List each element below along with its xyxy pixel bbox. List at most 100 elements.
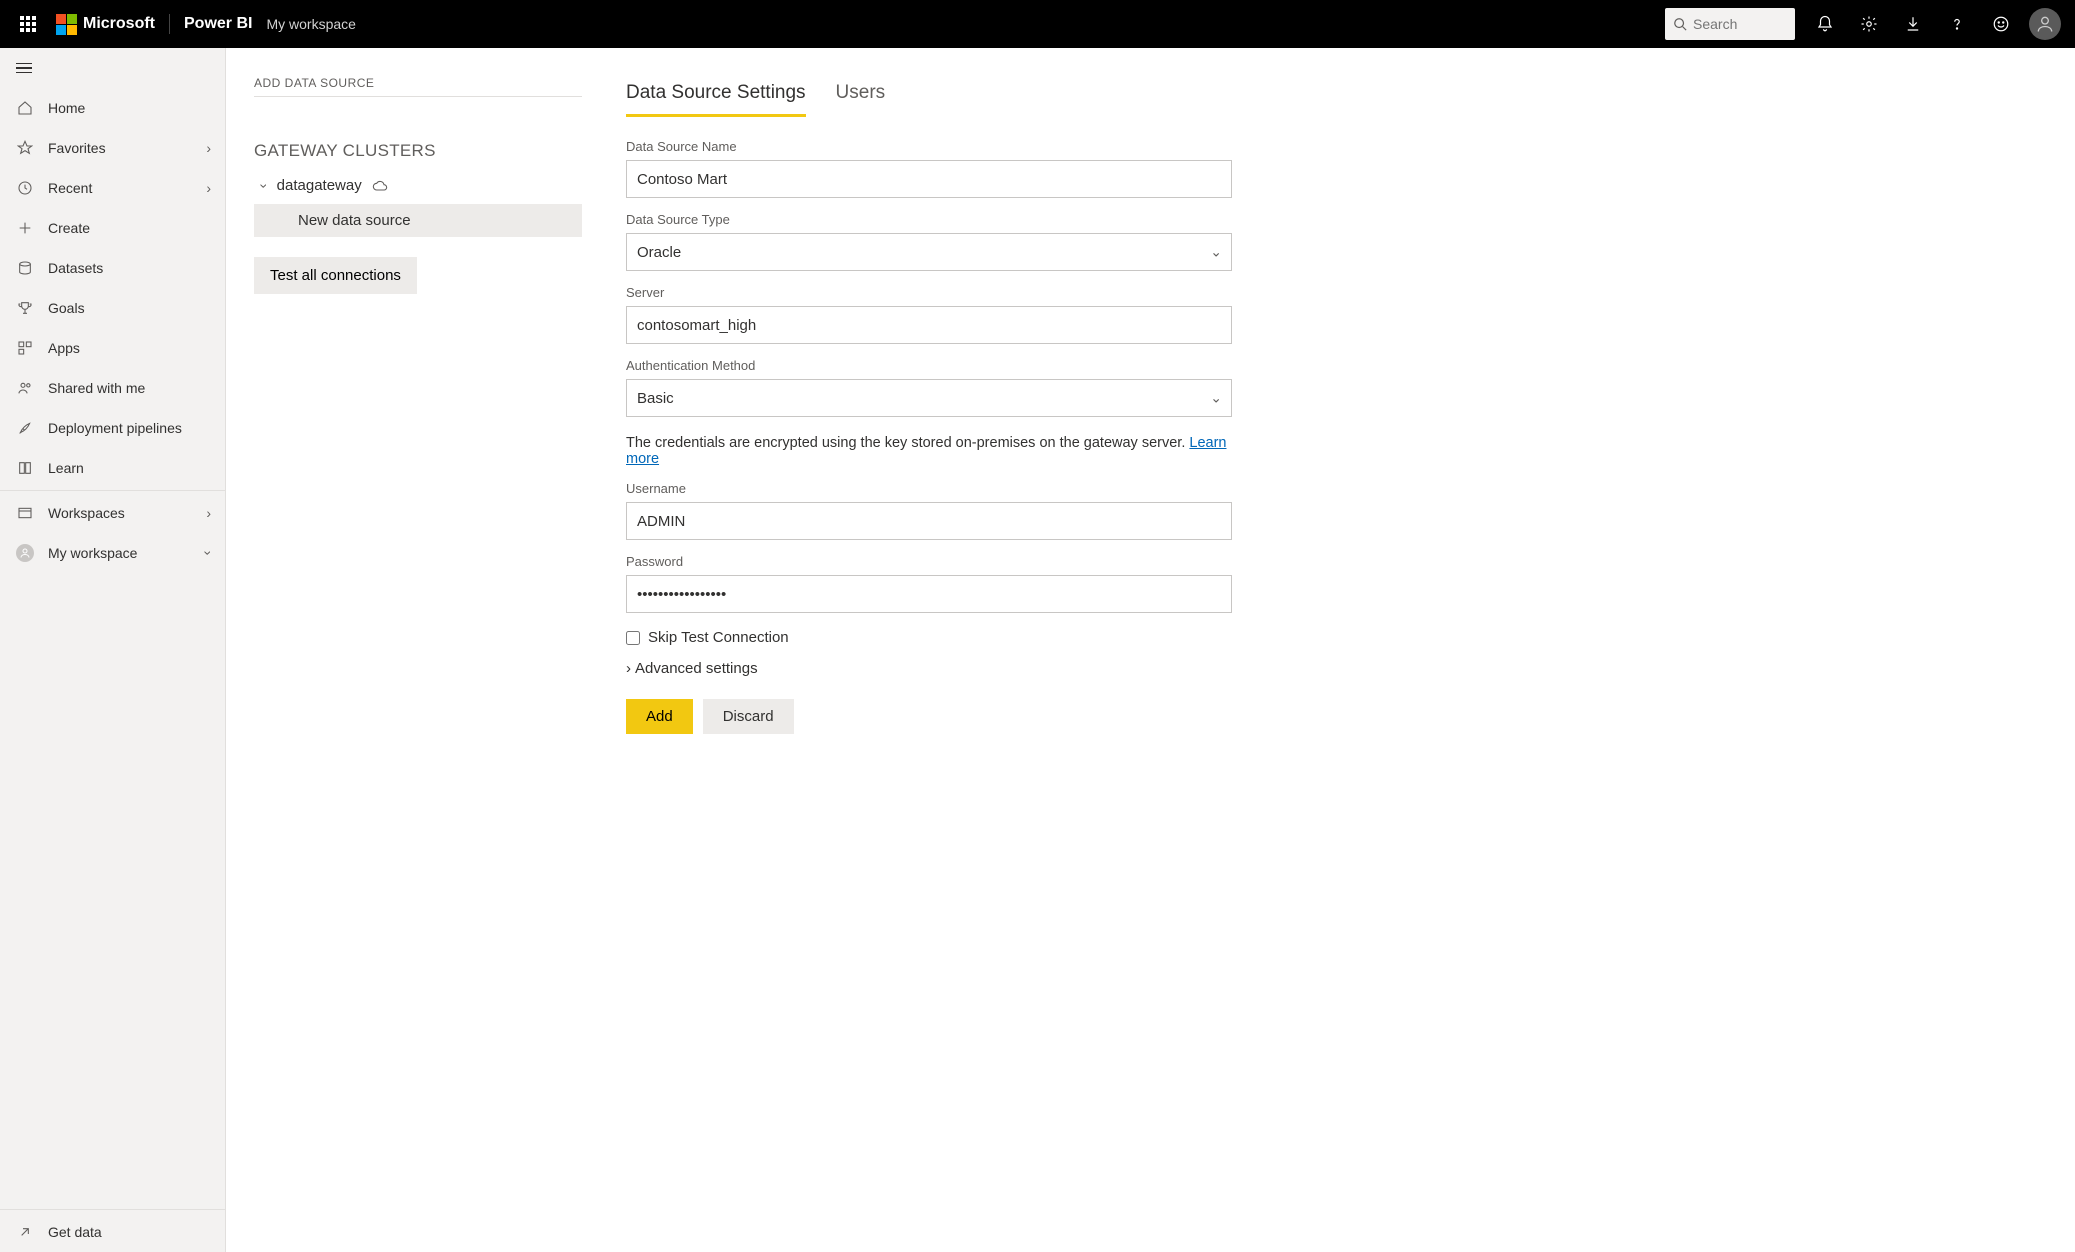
nav-learn[interactable]: Learn: [0, 448, 225, 488]
home-icon: [16, 100, 34, 116]
nav-label: Favorites: [48, 140, 106, 156]
workspaces-icon: [16, 505, 34, 521]
discard-button[interactable]: Discard: [703, 699, 794, 734]
notifications-button[interactable]: [1803, 0, 1847, 48]
nav-separator: [0, 1209, 225, 1210]
add-button[interactable]: Add: [626, 699, 693, 734]
cloud-sync-icon: [372, 178, 388, 194]
nav-recent[interactable]: Recent ›: [0, 168, 225, 208]
hamburger-icon: [16, 63, 32, 74]
chevron-down-icon: ›: [201, 551, 217, 556]
new-data-source-item[interactable]: New data source: [254, 204, 582, 237]
nav-label: Learn: [48, 460, 84, 476]
divider: [169, 14, 170, 34]
product-brand: Power BI: [184, 15, 252, 33]
apps-icon: [16, 340, 34, 356]
label-skip-test: Skip Test Connection: [648, 629, 789, 646]
breadcrumb[interactable]: My workspace: [266, 16, 355, 32]
checkbox-skip-test[interactable]: [626, 631, 640, 645]
gateway-panel: ADD DATA SOURCE GATEWAY CLUSTERS › datag…: [226, 48, 598, 1252]
form-panel: Data Source Settings Users Data Source N…: [598, 48, 1298, 1252]
nav-label: Apps: [48, 340, 80, 356]
account-avatar[interactable]: [2029, 8, 2061, 40]
nav-label: Get data: [48, 1224, 102, 1240]
skip-test-row: Skip Test Connection: [626, 629, 1258, 646]
person-icon: [2035, 14, 2055, 34]
label-datasource-name: Data Source Name: [626, 139, 1258, 154]
microsoft-logo: Microsoft: [56, 14, 155, 35]
nav-label: Shared with me: [48, 380, 145, 396]
nav-datasets[interactable]: Datasets: [0, 248, 225, 288]
nav-label: Workspaces: [48, 505, 125, 521]
button-row: Add Discard: [626, 699, 1258, 734]
input-username[interactable]: [626, 502, 1232, 540]
nav-home[interactable]: Home: [0, 88, 225, 128]
nav-apps[interactable]: Apps: [0, 328, 225, 368]
nav-goals[interactable]: Goals: [0, 288, 225, 328]
advanced-settings-toggle[interactable]: › Advanced settings: [626, 660, 1258, 677]
select-auth-method[interactable]: [626, 379, 1232, 417]
nav-get-data[interactable]: Get data: [0, 1212, 225, 1252]
tab-users[interactable]: Users: [836, 76, 886, 117]
search-icon: [1673, 17, 1687, 31]
help-button[interactable]: [1935, 0, 1979, 48]
new-data-source-label: New data source: [298, 212, 411, 229]
select-datasource-type[interactable]: [626, 233, 1232, 271]
app-launcher[interactable]: [8, 0, 48, 48]
left-nav: Home Favorites › Recent › Create Dataset…: [0, 48, 226, 1252]
label-password: Password: [626, 554, 1258, 569]
help-icon: [1948, 15, 1966, 33]
nav-workspaces[interactable]: Workspaces ›: [0, 493, 225, 533]
plus-icon: [16, 220, 34, 236]
chevron-right-icon: ›: [206, 180, 211, 196]
nav-label: Home: [48, 100, 85, 116]
download-button[interactable]: [1891, 0, 1935, 48]
label-auth-method: Authentication Method: [626, 358, 1258, 373]
microsoft-text: Microsoft: [83, 15, 155, 33]
feedback-button[interactable]: [1979, 0, 2023, 48]
bell-icon: [1816, 15, 1834, 33]
label-username: Username: [626, 481, 1258, 496]
shared-icon: [16, 380, 34, 396]
nav-label: Recent: [48, 180, 92, 196]
nav-my-workspace[interactable]: My workspace ›: [0, 533, 225, 573]
input-server[interactable]: [626, 306, 1232, 344]
nav-favorites[interactable]: Favorites ›: [0, 128, 225, 168]
nav-label: Datasets: [48, 260, 103, 276]
ms-logo-icon: [56, 14, 77, 35]
page-subtitle: ADD DATA SOURCE: [254, 76, 582, 90]
input-datasource-name[interactable]: [626, 160, 1232, 198]
gateway-cluster-row[interactable]: › datagateway: [254, 171, 582, 200]
gear-icon: [1860, 15, 1878, 33]
chevron-right-icon: ›: [206, 140, 211, 156]
tabs: Data Source Settings Users: [626, 76, 1258, 117]
label-server: Server: [626, 285, 1258, 300]
divider: [254, 96, 582, 97]
trophy-icon: [16, 300, 34, 316]
test-all-connections-button[interactable]: Test all connections: [254, 257, 417, 294]
book-icon: [16, 460, 34, 476]
gateway-clusters-title: GATEWAY CLUSTERS: [254, 141, 582, 161]
settings-button[interactable]: [1847, 0, 1891, 48]
smiley-icon: [1992, 15, 2010, 33]
nav-pipelines[interactable]: Deployment pipelines: [0, 408, 225, 448]
nav-create[interactable]: Create: [0, 208, 225, 248]
chevron-right-icon: ›: [206, 505, 211, 521]
nav-label: Create: [48, 220, 90, 236]
person-icon: [16, 544, 34, 562]
nav-label: Deployment pipelines: [48, 420, 182, 436]
waffle-icon: [20, 16, 36, 32]
search-input[interactable]: [1693, 16, 1773, 32]
credentials-info: The credentials are encrypted using the …: [626, 435, 1258, 467]
nav-label: Goals: [48, 300, 85, 316]
database-icon: [16, 260, 34, 276]
nav-separator: [0, 490, 225, 491]
nav-shared[interactable]: Shared with me: [0, 368, 225, 408]
star-icon: [16, 140, 34, 156]
tab-data-source-settings[interactable]: Data Source Settings: [626, 76, 806, 117]
search-box[interactable]: [1665, 8, 1795, 40]
gateway-cluster-name: datagateway: [277, 177, 362, 194]
nav-collapse-toggle[interactable]: [0, 48, 225, 88]
input-password[interactable]: [626, 575, 1232, 613]
label-datasource-type: Data Source Type: [626, 212, 1258, 227]
